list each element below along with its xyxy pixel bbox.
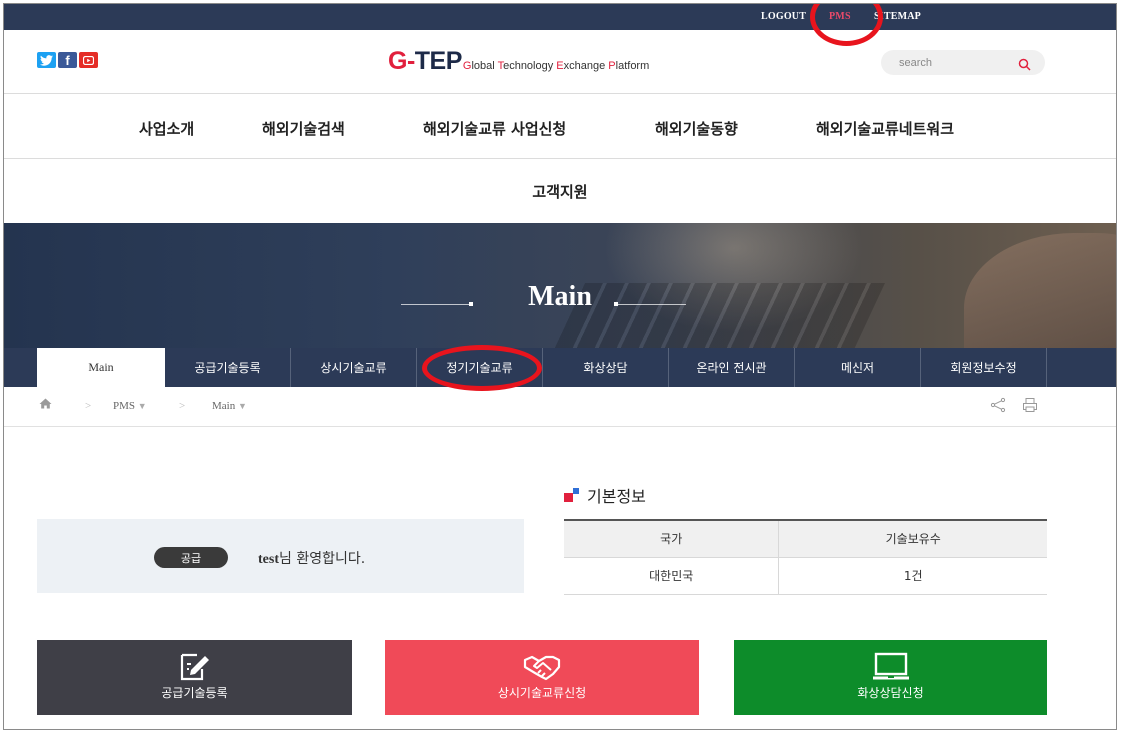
cell-tech-count: 1건 bbox=[778, 557, 1047, 595]
nav-item-tech-trends[interactable]: 해외기술동향 bbox=[655, 118, 738, 139]
column-header-tech-count: 기술보유수 bbox=[778, 519, 1047, 558]
tab-periodic-tech-exchange[interactable]: 정기기술교류 bbox=[417, 348, 543, 387]
dropdown-arrow-icon: ▼ bbox=[137, 401, 147, 411]
basic-info-table: 국가 기술보유수 대한민국 1건 bbox=[564, 519, 1047, 595]
dropdown-arrow-icon: ▼ bbox=[237, 401, 247, 411]
supply-tech-registration-button[interactable]: 공급기술등록 bbox=[37, 640, 352, 715]
quick-button-label: 화상상담신청 bbox=[857, 686, 924, 700]
page-frame: LOGOUT PMS SITEMAP f G-TEP Global Techno… bbox=[3, 3, 1117, 730]
facebook-icon[interactable]: f bbox=[58, 52, 77, 68]
gtep-logo[interactable]: G-TEP Global Technology Exchange Platfor… bbox=[388, 47, 649, 76]
banner-title: Main bbox=[528, 281, 592, 312]
column-header-country: 국가 bbox=[564, 519, 779, 558]
social-links: f bbox=[37, 52, 98, 68]
print-icon[interactable] bbox=[1022, 397, 1038, 416]
tab-regular-tech-exchange[interactable]: 상시기술교류 bbox=[291, 348, 417, 387]
basic-info-heading: 기본정보 bbox=[564, 483, 646, 507]
tab-messenger[interactable]: 메신저 bbox=[795, 348, 921, 387]
search-input[interactable] bbox=[881, 50, 1011, 75]
chevron-right-icon: > bbox=[85, 400, 92, 412]
logo-mark: G-TEP bbox=[388, 47, 462, 75]
home-icon[interactable] bbox=[39, 398, 52, 412]
search-icon[interactable] bbox=[1018, 56, 1031, 75]
breadcrumb-level2[interactable]: Main ▼ bbox=[212, 400, 247, 412]
sub-tab-bar: Main 공급기술등록 상시기술교류 정기기술교류 화상상담 온라인 전시관 메… bbox=[4, 348, 1116, 387]
welcome-message: test님 환영합니다. bbox=[258, 551, 366, 567]
main-navigation: 사업소개 해외기술검색 해외기술교류 사업신청 해외기술동향 해외기술교류네트워… bbox=[4, 94, 1116, 159]
edit-document-icon bbox=[180, 653, 209, 681]
logo-tagline: Global Technology Exchange Platform bbox=[462, 60, 650, 72]
sitemap-link[interactable]: SITEMAP bbox=[874, 11, 921, 22]
youtube-icon[interactable] bbox=[79, 52, 98, 68]
quick-button-label: 상시기술교류신청 bbox=[497, 686, 587, 700]
handshake-icon bbox=[523, 655, 561, 681]
welcome-box: 공급 test님 환영합니다. bbox=[37, 519, 524, 593]
cell-country: 대한민국 bbox=[564, 557, 779, 595]
nav-item-overseas-tech-search[interactable]: 해외기술검색 bbox=[262, 118, 345, 139]
utility-bar: LOGOUT PMS SITEMAP bbox=[4, 4, 1116, 30]
logout-link[interactable]: LOGOUT bbox=[761, 11, 806, 22]
twitter-icon[interactable] bbox=[37, 52, 56, 68]
monitor-icon bbox=[872, 652, 909, 680]
page-banner: Main bbox=[4, 223, 1116, 348]
share-icon[interactable] bbox=[990, 397, 1006, 416]
member-type-badge: 공급 bbox=[154, 547, 228, 568]
breadcrumb: > PMS ▼ > Main ▼ bbox=[4, 387, 1116, 427]
quick-button-label: 공급기술등록 bbox=[161, 686, 228, 700]
tab-member-info-edit[interactable]: 회원정보수정 bbox=[921, 348, 1047, 387]
pms-link[interactable]: PMS bbox=[829, 11, 851, 22]
breadcrumb-level1[interactable]: PMS ▼ bbox=[113, 400, 147, 412]
search-box bbox=[881, 50, 1045, 75]
tab-video-consultation[interactable]: 화상상담 bbox=[543, 348, 669, 387]
video-consultation-application-button[interactable]: 화상상담신청 bbox=[734, 640, 1047, 715]
tab-online-exhibition[interactable]: 온라인 전시관 bbox=[669, 348, 795, 387]
nav-item-business-intro[interactable]: 사업소개 bbox=[139, 118, 194, 139]
chevron-right-icon: > bbox=[179, 400, 186, 412]
section-mark-icon bbox=[564, 488, 580, 502]
site-header: f G-TEP Global Technology Exchange Platf… bbox=[4, 30, 1116, 94]
table-row: 대한민국 1건 bbox=[564, 557, 1047, 595]
main-navigation-row2: 고객지원 bbox=[4, 159, 1116, 223]
tab-supply-tech-registration[interactable]: 공급기술등록 bbox=[165, 348, 291, 387]
nav-item-customer-support[interactable]: 고객지원 bbox=[4, 181, 1116, 202]
nav-item-exchange-network[interactable]: 해외기술교류네트워크 bbox=[816, 118, 954, 139]
nav-item-exchange-application[interactable]: 해외기술교류 사업신청 bbox=[423, 118, 566, 139]
tab-main[interactable]: Main bbox=[37, 348, 165, 387]
regular-exchange-application-button[interactable]: 상시기술교류신청 bbox=[385, 640, 699, 715]
